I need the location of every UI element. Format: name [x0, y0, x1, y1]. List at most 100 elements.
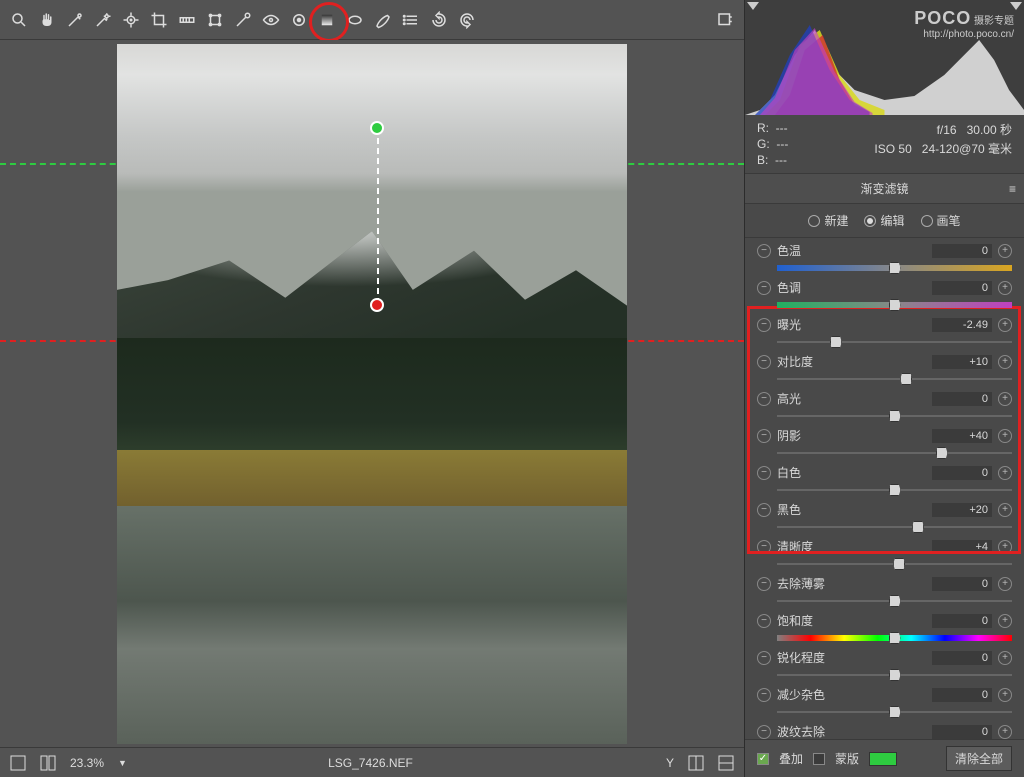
plus-button[interactable]: + [998, 577, 1012, 591]
slider-track[interactable] [777, 261, 1012, 275]
slider-knob[interactable] [889, 632, 901, 644]
zoom-level[interactable]: 23.3% [70, 756, 104, 770]
mode-edit[interactable]: 编辑 [864, 212, 904, 229]
slider-knob[interactable] [889, 410, 901, 422]
grid-view-icon[interactable] [10, 755, 26, 771]
slider-knob[interactable] [889, 706, 901, 718]
slider-track[interactable] [777, 668, 1012, 682]
minus-button[interactable]: − [757, 725, 771, 739]
white-balance-icon[interactable] [64, 9, 86, 31]
slider-track[interactable] [777, 298, 1012, 312]
slider-track[interactable] [777, 705, 1012, 719]
minus-button[interactable]: − [757, 392, 771, 406]
slider-knob[interactable] [889, 595, 901, 607]
eye-icon[interactable] [260, 9, 282, 31]
radial-filter-icon[interactable] [344, 9, 366, 31]
compare-split-icon[interactable] [688, 755, 704, 771]
clear-all-button[interactable]: 清除全部 [946, 746, 1012, 771]
plus-button[interactable]: + [998, 688, 1012, 702]
minus-button[interactable]: − [757, 355, 771, 369]
brush-icon[interactable] [372, 9, 394, 31]
slider-value[interactable]: +20 [932, 503, 992, 517]
compare-mode-label[interactable]: Y [614, 756, 674, 770]
gradient-axis[interactable] [377, 128, 379, 304]
gradient-end-handle[interactable] [370, 298, 384, 312]
minus-button[interactable]: − [757, 429, 771, 443]
plus-button[interactable]: + [998, 725, 1012, 739]
slider-value[interactable]: +4 [932, 540, 992, 554]
slider-knob[interactable] [893, 558, 905, 570]
plus-button[interactable]: + [998, 355, 1012, 369]
crop-icon[interactable] [148, 9, 170, 31]
slider-track[interactable] [777, 520, 1012, 534]
plus-button[interactable]: + [998, 244, 1012, 258]
slider-value[interactable]: 0 [932, 281, 992, 295]
hand-icon[interactable] [36, 9, 58, 31]
gradient-start-handle[interactable] [370, 121, 384, 135]
slider-track[interactable] [777, 372, 1012, 386]
target-adjust-icon[interactable] [120, 9, 142, 31]
slider-knob[interactable] [889, 299, 901, 311]
slider-track[interactable] [777, 557, 1012, 571]
mask-checkbox[interactable] [813, 753, 825, 765]
slider-value[interactable]: +10 [932, 355, 992, 369]
minus-button[interactable]: − [757, 540, 771, 554]
slider-value[interactable]: +40 [932, 429, 992, 443]
transform-icon[interactable] [204, 9, 226, 31]
plus-button[interactable]: + [998, 466, 1012, 480]
graduated-filter-icon[interactable] [316, 9, 338, 31]
slider-value[interactable]: 0 [932, 651, 992, 665]
slider-value[interactable]: 0 [932, 688, 992, 702]
mode-new[interactable]: 新建 [808, 212, 848, 229]
compare-hsplit-icon[interactable] [718, 755, 734, 771]
zoom-dropdown-icon[interactable]: ▼ [118, 758, 127, 768]
slider-value[interactable]: 0 [932, 725, 992, 739]
slider-knob[interactable] [936, 447, 948, 459]
straighten-icon[interactable] [176, 9, 198, 31]
plus-button[interactable]: + [998, 540, 1012, 554]
slider-track[interactable] [777, 594, 1012, 608]
plus-button[interactable]: + [998, 392, 1012, 406]
mode-brush[interactable]: 画笔 [921, 212, 961, 229]
plus-button[interactable]: + [998, 503, 1012, 517]
spot-heal-icon[interactable] [232, 9, 254, 31]
slider-knob[interactable] [830, 336, 842, 348]
plus-button[interactable]: + [998, 318, 1012, 332]
slider-value[interactable]: 0 [932, 244, 992, 258]
slider-knob[interactable] [889, 669, 901, 681]
rotate-cw-icon[interactable] [456, 9, 478, 31]
slider-value[interactable]: 0 [932, 614, 992, 628]
plus-button[interactable]: + [998, 614, 1012, 628]
slider-track[interactable] [777, 483, 1012, 497]
slider-value[interactable]: -2.49 [932, 318, 992, 332]
zoom-icon[interactable] [8, 9, 30, 31]
mask-color-swatch[interactable] [869, 752, 897, 766]
list-icon[interactable] [400, 9, 422, 31]
slider-track[interactable] [777, 446, 1012, 460]
minus-button[interactable]: − [757, 651, 771, 665]
slider-knob[interactable] [912, 521, 924, 533]
redeye-icon[interactable] [288, 9, 310, 31]
minus-button[interactable]: − [757, 318, 771, 332]
minus-button[interactable]: − [757, 577, 771, 591]
slider-track[interactable] [777, 335, 1012, 349]
slider-track[interactable] [777, 631, 1012, 645]
slider-knob[interactable] [889, 262, 901, 274]
minus-button[interactable]: − [757, 614, 771, 628]
plus-button[interactable]: + [998, 281, 1012, 295]
panel-menu-icon[interactable]: ≡ [1009, 182, 1016, 196]
slider-value[interactable]: 0 [932, 466, 992, 480]
slider-knob[interactable] [900, 373, 912, 385]
minus-button[interactable]: − [757, 281, 771, 295]
plus-button[interactable]: + [998, 429, 1012, 443]
color-sampler-icon[interactable] [92, 9, 114, 31]
preferences-icon[interactable] [714, 9, 736, 31]
overlay-checkbox[interactable]: ✓ [757, 753, 769, 765]
plus-button[interactable]: + [998, 651, 1012, 665]
canvas[interactable] [0, 40, 744, 747]
minus-button[interactable]: − [757, 466, 771, 480]
rotate-ccw-icon[interactable] [428, 9, 450, 31]
slider-knob[interactable] [889, 484, 901, 496]
minus-button[interactable]: − [757, 244, 771, 258]
minus-button[interactable]: − [757, 503, 771, 517]
